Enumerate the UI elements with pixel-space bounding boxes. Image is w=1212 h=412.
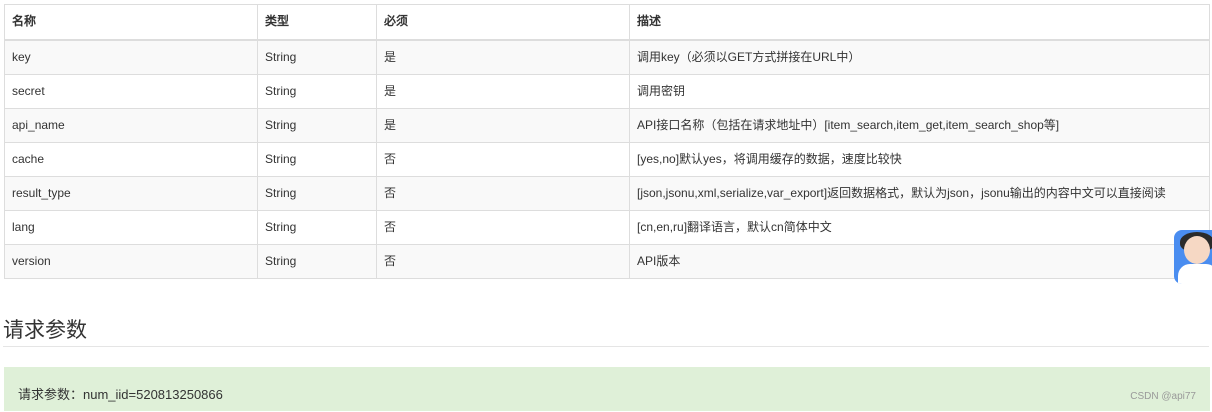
param-required: 否 xyxy=(376,210,630,245)
param-name: api_name xyxy=(4,108,258,143)
csdn-watermark: CSDN @api77 xyxy=(1130,391,1196,402)
param-type: String xyxy=(257,210,377,245)
table-row: api_name String 是 API接口名称（包括在请求地址中）[item… xyxy=(4,108,1210,143)
request-params-box: 请求参数：num_iid=520813250866 CSDN @api77 xyxy=(4,367,1210,411)
table-row: result_type String 否 [json,jsonu,xml,ser… xyxy=(4,176,1210,211)
param-name: cache xyxy=(4,142,258,177)
param-required: 否 xyxy=(376,142,630,177)
param-name: result_type xyxy=(4,176,258,211)
param-name: secret xyxy=(4,74,258,109)
param-description: [json,jsonu,xml,serialize,var_export]返回数… xyxy=(629,176,1210,211)
param-name: lang xyxy=(4,210,258,245)
param-required: 是 xyxy=(376,39,630,75)
header-required: 必须 xyxy=(376,4,630,41)
table-row: cache String 否 [yes,no]默认yes，将调用缓存的数据，速度… xyxy=(4,142,1210,177)
table-row: key String 是 调用key（必须以GET方式拼接在URL中） xyxy=(4,39,1210,75)
header-type: 类型 xyxy=(257,4,377,41)
param-type: String xyxy=(257,74,377,109)
param-description: 调用密钥 xyxy=(629,74,1210,109)
customer-service-avatar-icon[interactable] xyxy=(1174,230,1212,284)
param-type: String xyxy=(257,142,377,177)
param-required: 是 xyxy=(376,74,630,109)
param-description: API接口名称（包括在请求地址中）[item_search,item_get,i… xyxy=(629,108,1210,143)
param-name: key xyxy=(4,39,258,75)
table-row: lang String 否 [cn,en,ru]翻译语言，默认cn简体中文 xyxy=(4,210,1210,245)
header-description: 描述 xyxy=(629,4,1210,41)
table-row: secret String 是 调用密钥 xyxy=(4,74,1210,109)
param-type: String xyxy=(257,39,377,75)
header-name: 名称 xyxy=(4,4,258,41)
param-required: 是 xyxy=(376,108,630,143)
table-row: version String 否 API版本 xyxy=(4,244,1210,279)
table-header-row: 名称 类型 必须 描述 xyxy=(4,4,1210,41)
param-required: 否 xyxy=(376,244,630,279)
param-type: String xyxy=(257,108,377,143)
param-description: 调用key（必须以GET方式拼接在URL中） xyxy=(629,39,1210,75)
param-type: String xyxy=(257,176,377,211)
param-description: [cn,en,ru]翻译语言，默认cn简体中文 xyxy=(629,210,1210,245)
param-type: String xyxy=(257,244,377,279)
param-required: 否 xyxy=(376,176,630,211)
param-name: version xyxy=(4,244,258,279)
parameters-table: 名称 类型 必须 描述 key String 是 调用key（必须以GET方式拼… xyxy=(4,4,1210,279)
section-heading: 请求参数 xyxy=(3,316,1209,347)
param-description: API版本 xyxy=(629,244,1210,279)
request-params-text: 请求参数：num_iid=520813250866 xyxy=(18,387,223,402)
param-description: [yes,no]默认yes，将调用缓存的数据，速度比较快 xyxy=(629,142,1210,177)
